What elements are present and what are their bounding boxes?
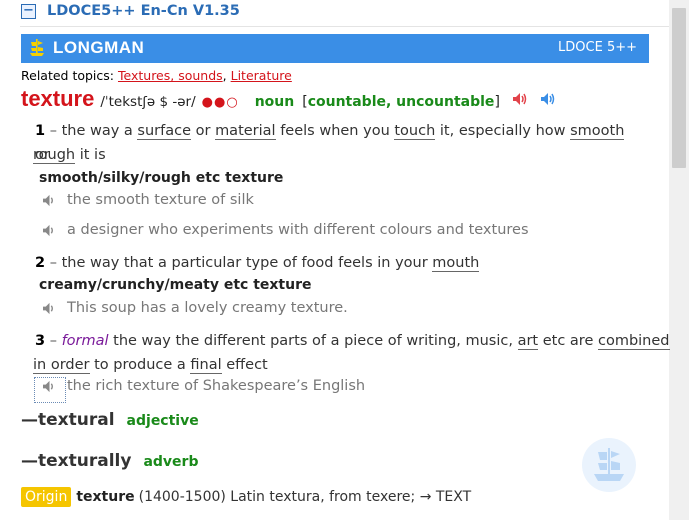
dictionary-edition: LDOCE 5++ bbox=[558, 40, 637, 55]
sense-1-definition: 1 – the way a surface or material feels … bbox=[35, 123, 625, 163]
related-topics: Related topics: Textures, sounds, Litera… bbox=[21, 68, 292, 83]
speaker-icon[interactable] bbox=[42, 302, 57, 315]
origin-text: (1400-1500) Latin textura, from texere; … bbox=[138, 489, 472, 505]
dictionary-header: − LDOCE5++ En-Cn V1.35 bbox=[21, 3, 240, 19]
register-label: formal bbox=[61, 333, 109, 349]
origin-headword: texture bbox=[76, 489, 135, 505]
grammar-codes: [countable, uncountable] bbox=[302, 94, 500, 110]
derivative-pos: adjective bbox=[126, 413, 199, 429]
longman-banner: LONGMAN LDOCE 5++ bbox=[21, 34, 649, 63]
derivative-pos: adverb bbox=[143, 454, 199, 470]
ship-icon bbox=[30, 39, 44, 56]
example-sentence: the smooth texture of silk bbox=[42, 192, 254, 208]
etymology: Origin texture (1400-1500) Latin textura… bbox=[21, 487, 471, 507]
ship-watermark-icon bbox=[582, 438, 636, 492]
example-sentence: This soup has a lovely creamy texture. bbox=[42, 300, 348, 316]
collocation: creamy/crunchy/meaty etc texture bbox=[39, 277, 312, 293]
derivative-texturally: —texturally adverb bbox=[21, 451, 199, 471]
speaker-icon[interactable] bbox=[42, 380, 57, 393]
headword-line: texture /ˈtekstʃə $ -ər/ ●●○ noun [count… bbox=[21, 86, 556, 112]
example-sentence: a designer who experiments with differen… bbox=[42, 222, 529, 238]
example-sentence: the rich texture of Shakespeare’s Englis… bbox=[42, 378, 365, 394]
collapse-button[interactable]: − bbox=[21, 3, 36, 19]
related-topics-label: Related topics: bbox=[21, 68, 114, 83]
scrollbar-thumb[interactable] bbox=[672, 8, 686, 168]
sense-number: 2 bbox=[35, 255, 46, 271]
vertical-scrollbar[interactable] bbox=[669, 0, 689, 520]
sense-number: 1 bbox=[35, 123, 46, 139]
sense-2-definition: 2 – the way that a particular type of fo… bbox=[35, 255, 480, 272]
pronunciation: /ˈtekstʃə $ -ər/ bbox=[100, 94, 196, 110]
related-topic-link-literature[interactable]: Literature bbox=[231, 68, 292, 83]
headword: texture bbox=[21, 86, 95, 111]
frequency-dots: ●●○ bbox=[201, 95, 239, 110]
brand-name: LONGMAN bbox=[53, 38, 145, 57]
dictionary-title: LDOCE5++ En-Cn V1.35 bbox=[47, 3, 240, 19]
origin-badge: Origin bbox=[21, 487, 72, 507]
speaker-icon[interactable] bbox=[42, 224, 57, 237]
derivative-textural: —textural adjective bbox=[21, 410, 199, 430]
part-of-speech: noun bbox=[254, 94, 295, 110]
sense-1-definition-line2: rough it is bbox=[33, 147, 106, 164]
sense-3-definition-line2: in order to produce a final effect bbox=[33, 357, 268, 374]
speaker-icon[interactable] bbox=[42, 194, 57, 207]
speaker-british-icon[interactable] bbox=[512, 92, 528, 106]
collocation: smooth/silky/rough etc texture bbox=[39, 170, 284, 186]
sense-3-definition: 3 – formal the way the different parts o… bbox=[35, 333, 670, 350]
speaker-american-icon[interactable] bbox=[540, 92, 556, 106]
sense-number: 3 bbox=[35, 333, 46, 349]
header-divider bbox=[20, 26, 669, 27]
related-topic-link-textures[interactable]: Textures, sounds bbox=[118, 68, 223, 83]
